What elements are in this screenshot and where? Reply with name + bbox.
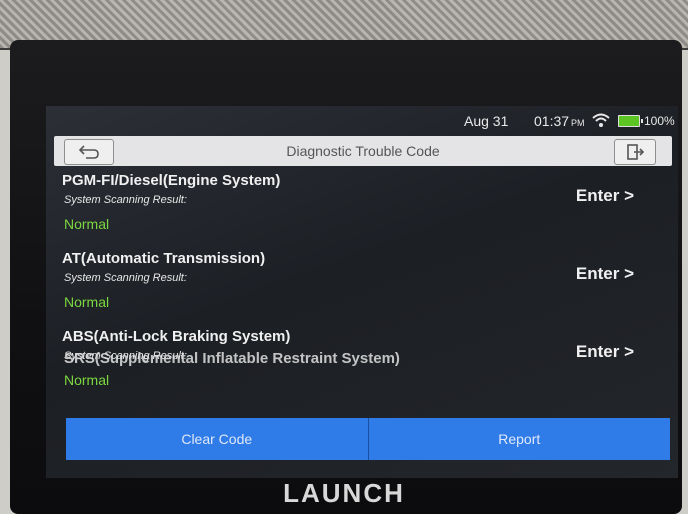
system-item: AT(Automatic Transmission) System Scanni… bbox=[62, 250, 662, 328]
status-time-value: 01:37 bbox=[534, 113, 570, 129]
scan-result-value: Normal bbox=[64, 294, 110, 310]
system-item: PGM-FI/Diesel(Engine System) System Scan… bbox=[62, 172, 662, 250]
status-date: Aug 31 bbox=[464, 113, 509, 129]
screen: Aug 31 01:37 PM 100% Diagnostic Trouble C… bbox=[46, 106, 678, 478]
system-item: ABS(Anti-Lock Braking System) System Sca… bbox=[62, 328, 662, 406]
status-bar: Aug 31 01:37 PM 100% bbox=[46, 106, 678, 134]
system-name: ABS(Anti-Lock Braking System) bbox=[62, 328, 291, 345]
wifi-icon bbox=[592, 113, 610, 127]
action-bar: Clear Code Report bbox=[66, 418, 670, 460]
scan-result-label: System Scanning Result: bbox=[64, 272, 187, 284]
system-name-partial: SRS(Supplemental Inflatable Restraint Sy… bbox=[64, 350, 400, 367]
system-name: PGM-FI/Diesel(Engine System) bbox=[62, 172, 281, 189]
battery-icon bbox=[618, 115, 643, 127]
scan-result-value: Normal bbox=[64, 216, 110, 232]
status-ampm: PM bbox=[571, 118, 585, 128]
enter-button[interactable]: Enter > bbox=[576, 186, 634, 206]
battery-percent: 100% bbox=[644, 114, 675, 128]
clear-code-button[interactable]: Clear Code bbox=[66, 418, 368, 460]
page-title: Diagnostic Trouble Code bbox=[286, 143, 440, 159]
system-name: AT(Automatic Transmission) bbox=[62, 250, 266, 267]
enter-button[interactable]: Enter > bbox=[576, 264, 634, 284]
report-button[interactable]: Report bbox=[369, 418, 671, 460]
title-bar: Diagnostic Trouble Code bbox=[54, 136, 672, 166]
brand-logo: LAUNCH bbox=[283, 478, 405, 508]
status-time: 01:37 PM bbox=[534, 113, 585, 129]
exit-button[interactable] bbox=[614, 139, 656, 165]
exit-icon bbox=[627, 144, 645, 160]
enter-button[interactable]: Enter > bbox=[576, 342, 634, 362]
scan-result-value: Normal bbox=[64, 372, 110, 388]
scan-result-label: System Scanning Result: bbox=[64, 194, 187, 206]
